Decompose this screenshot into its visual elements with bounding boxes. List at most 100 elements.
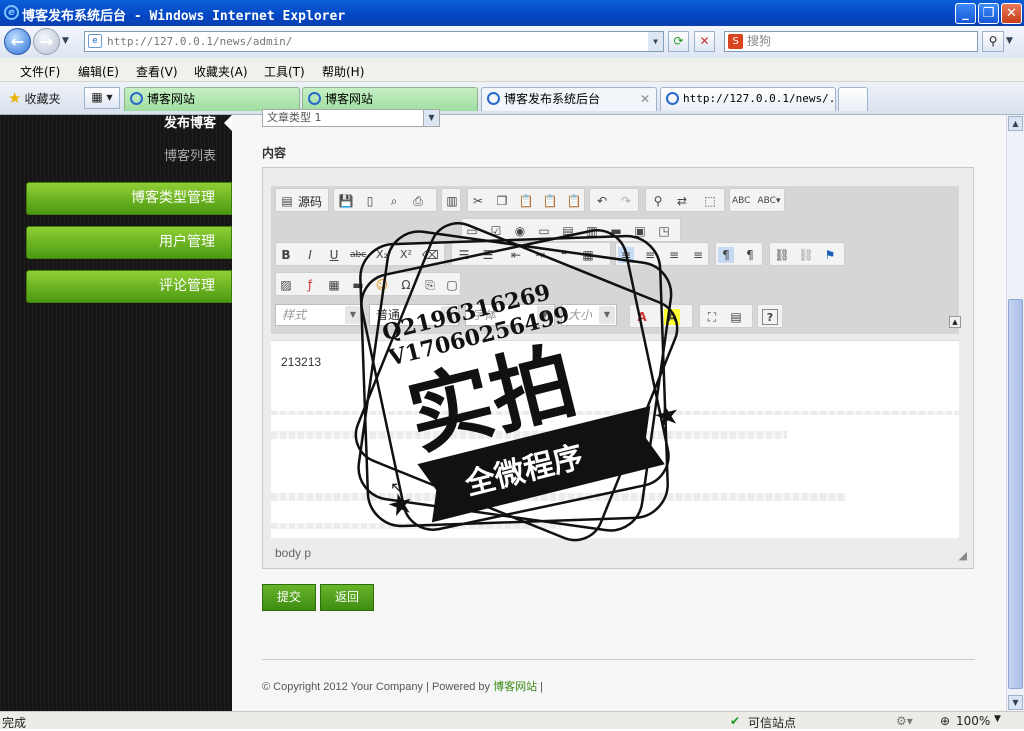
menu-tools[interactable]: 工具(T) <box>264 63 305 80</box>
italic-icon[interactable]: I <box>302 247 318 263</box>
outdent-icon[interactable]: ⇤ <box>508 247 524 263</box>
blog-type-select[interactable]: 文章类型 1 ▼ <box>262 109 440 127</box>
sidebar-item-blog-types[interactable]: 博客类型管理 <box>26 182 232 215</box>
sidebar-item-users[interactable]: 用户管理 <box>26 226 232 259</box>
format-combo[interactable]: 普通 ▼ <box>369 304 459 326</box>
address-dropdown-icon[interactable]: ▼ <box>648 32 663 51</box>
submit-button[interactable]: 提交 <box>262 584 316 611</box>
tab-blog-site-2[interactable]: 博客网站 <box>302 87 478 111</box>
sidebar-item-comments[interactable]: 评论管理 <box>26 270 232 303</box>
vertical-scrollbar[interactable]: ▲ ▼ <box>1006 115 1024 711</box>
close-button[interactable]: ✕ <box>1001 3 1022 24</box>
flash-icon[interactable]: ƒ <box>302 277 318 293</box>
unlink-icon[interactable]: ⛓ <box>798 247 814 263</box>
resize-grip-icon[interactable]: ◢ <box>959 549 967 562</box>
font-combo[interactable]: 字体 ▼ <box>465 304 555 326</box>
paste-icon[interactable]: 📋 <box>518 193 534 209</box>
textarea-icon[interactable]: ▤ <box>560 223 576 239</box>
select-all-icon[interactable]: ⬚ <box>702 193 718 209</box>
smiley-icon[interactable]: ☺ <box>374 277 390 293</box>
zoom-level[interactable]: 100% <box>956 714 990 728</box>
eraser-icon[interactable]: ⌫ <box>422 247 439 263</box>
align-center-icon[interactable]: ≡ <box>642 247 658 263</box>
save-icon[interactable]: 💾 <box>338 193 354 209</box>
collapse-toolbar-icon[interactable]: ▲ <box>949 316 961 328</box>
strike-icon[interactable]: abc <box>350 247 366 263</box>
new-page-icon[interactable]: ▯ <box>362 193 378 209</box>
redo-icon[interactable]: ↷ <box>618 193 634 209</box>
align-left-icon[interactable]: ≡ <box>618 247 634 263</box>
stop-button[interactable]: ✕ <box>694 31 715 52</box>
form-icon[interactable]: ▭ <box>464 223 480 239</box>
menu-view[interactable]: 查看(V) <box>136 63 178 80</box>
tab-close-icon[interactable]: ✕ <box>640 88 650 110</box>
justify-icon[interactable]: ≡ <box>690 247 706 263</box>
pagebreak-icon[interactable]: ⎘ <box>422 277 438 293</box>
tab-admin[interactable]: 博客发布系统后台 ✕ <box>481 87 657 111</box>
quick-tabs-button[interactable]: ▦ ▾ <box>84 87 120 109</box>
sidebar-item-blog-list[interactable]: 博客列表 <box>0 145 232 164</box>
spellcheck-icon[interactable]: ABC <box>732 193 750 209</box>
blockquote-icon[interactable]: ❝ <box>556 247 572 263</box>
select-field-icon[interactable]: ▥ <box>584 223 600 239</box>
maximize-icon[interactable]: ⛶ <box>704 309 720 325</box>
search-options-icon[interactable]: ▼ <box>1006 36 1013 46</box>
size-combo[interactable]: 大小 ▼ <box>561 304 617 326</box>
forward-button[interactable]: → <box>33 28 60 55</box>
textfield-icon[interactable]: ▭ <box>536 223 552 239</box>
numbered-list-icon[interactable]: ☰ <box>456 247 472 263</box>
restore-button[interactable]: ❐ <box>978 3 999 24</box>
menu-edit[interactable]: 编辑(E) <box>78 63 119 80</box>
style-combo[interactable]: 样式 ▼ <box>275 304 363 326</box>
address-input[interactable]: e http://127.0.0.1/news/admin/ ▼ <box>84 31 664 52</box>
new-tab-button[interactable] <box>838 87 868 111</box>
checkbox-icon[interactable]: ☑ <box>488 223 504 239</box>
button-field-icon[interactable]: ▬ <box>608 223 624 239</box>
scroll-down-icon[interactable]: ▼ <box>1008 695 1023 710</box>
templates-icon[interactable]: ▥ <box>444 193 460 209</box>
link-icon[interactable]: ⛓ <box>774 247 790 263</box>
bold-icon[interactable]: B <box>278 247 294 263</box>
zoom-dropdown-icon[interactable]: ▼ <box>994 714 1001 724</box>
div-icon[interactable]: ▦ <box>580 247 596 263</box>
menu-file[interactable]: 文件(F) <box>20 63 60 80</box>
sidebar-item-publish[interactable]: 发布博客 <box>0 115 232 137</box>
editor-area[interactable]: 213213 <box>271 340 959 538</box>
anchor-icon[interactable]: ⚑ <box>822 247 838 263</box>
align-right-icon[interactable]: ≡ <box>666 247 682 263</box>
refresh-button[interactable]: ⟳ <box>668 31 689 52</box>
back-button[interactable]: 返回 <box>320 584 374 611</box>
search-input[interactable]: S 搜狗 <box>724 31 978 52</box>
tab-blog-site-1[interactable]: 博客网站 <box>124 87 300 111</box>
scroll-thumb[interactable] <box>1008 299 1023 689</box>
favorites-button[interactable]: ★ 收藏夹 <box>8 89 60 107</box>
back-button[interactable]: ← <box>4 28 31 55</box>
iframe-icon[interactable]: ▢ <box>444 277 460 293</box>
indent-icon[interactable]: ⇥ <box>532 247 548 263</box>
replace-icon[interactable]: ⇄ <box>674 193 690 209</box>
radio-icon[interactable]: ◉ <box>512 223 528 239</box>
minimize-button[interactable]: _ <box>955 3 976 24</box>
underline-icon[interactable]: U <box>326 247 342 263</box>
superscript-icon[interactable]: X² <box>398 247 414 263</box>
rtl-icon[interactable]: ¶ <box>742 247 758 263</box>
spellcheck-live-icon[interactable]: ABC▾ <box>756 193 782 209</box>
preview-icon[interactable]: ⌕ <box>386 193 402 209</box>
special-char-icon[interactable]: Ω <box>398 277 414 293</box>
menu-favorites[interactable]: 收藏夹(A) <box>194 63 248 80</box>
subscript-icon[interactable]: X₂ <box>374 247 390 263</box>
bg-color-icon[interactable]: A <box>664 309 680 325</box>
image-icon[interactable]: ▨ <box>278 277 294 293</box>
scroll-up-icon[interactable]: ▲ <box>1008 116 1023 131</box>
search-button[interactable]: ⚲ <box>982 31 1004 52</box>
cut-icon[interactable]: ✂ <box>470 193 486 209</box>
menu-help[interactable]: 帮助(H) <box>322 63 364 80</box>
undo-icon[interactable]: ↶ <box>594 193 610 209</box>
paste-word-icon[interactable]: 📋 <box>566 193 582 209</box>
copy-icon[interactable]: ❐ <box>494 193 510 209</box>
text-color-icon[interactable]: A <box>634 309 650 325</box>
ltr-icon[interactable]: ¶ <box>718 247 734 263</box>
help-icon[interactable]: ? <box>762 309 778 325</box>
hidden-field-icon[interactable]: ◳ <box>656 223 672 239</box>
tab-url[interactable]: http://127.0.0.1/news/... <box>660 87 849 111</box>
